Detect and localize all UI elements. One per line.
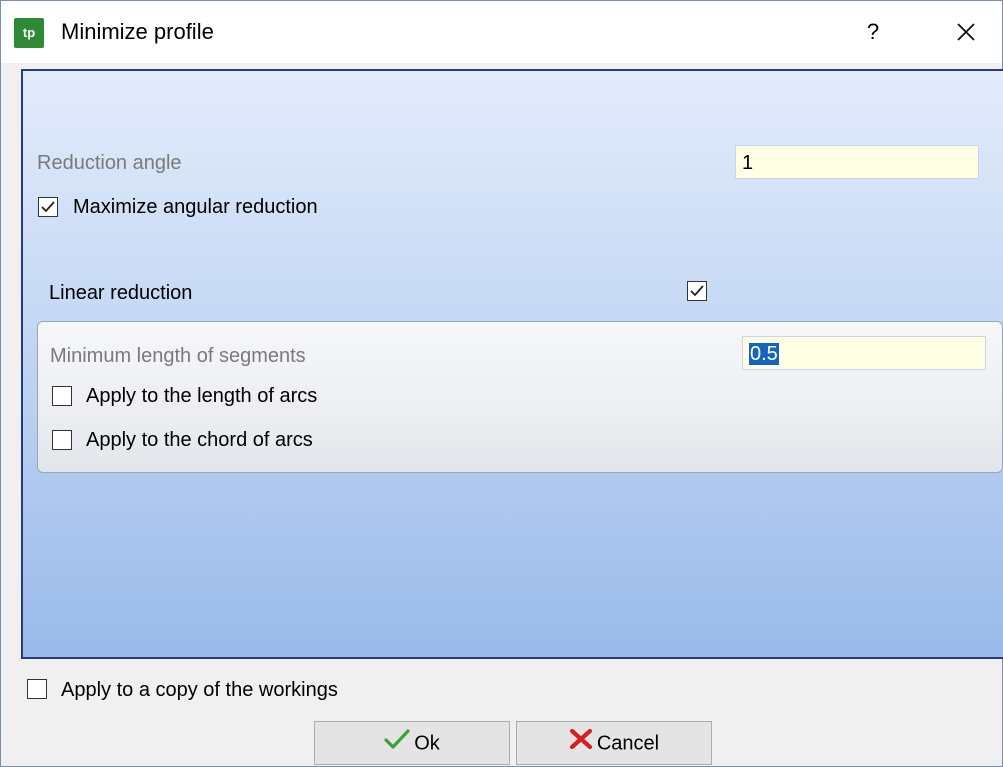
maximize-angular-reduction-checkbox[interactable] — [38, 197, 58, 217]
apply-copy-workings-label: Apply to a copy of the workings — [61, 679, 338, 701]
settings-panel: Reduction angle 1 Maximize angular reduc… — [21, 69, 1003, 659]
minimum-length-value: 0.5 — [749, 343, 779, 365]
app-icon: tp — [14, 18, 44, 48]
apply-length-arcs-checkbox[interactable] — [52, 386, 72, 406]
checkmark-icon — [384, 723, 410, 765]
ok-button[interactable]: Ok — [314, 721, 510, 765]
linear-reduction-checkbox[interactable] — [687, 281, 707, 301]
dialog-title: Minimize profile — [61, 19, 214, 44]
checkmark-icon — [690, 285, 704, 297]
red-x-icon — [569, 723, 593, 765]
checkmark-icon — [41, 201, 55, 213]
close-button[interactable] — [943, 15, 989, 49]
minimum-length-label: Minimum length of segments — [50, 345, 306, 367]
minimum-length-input[interactable]: 0.5 — [742, 336, 986, 370]
cancel-button[interactable]: Cancel — [516, 721, 712, 765]
minimize-profile-dialog: tp Minimize profile ? Reduction angle 1 … — [0, 0, 1003, 767]
maximize-angular-reduction-label: Maximize angular reduction — [73, 196, 318, 218]
linear-reduction-group: Minimum length of segments 0.5 Apply to … — [37, 321, 1003, 473]
apply-copy-workings-checkbox[interactable] — [27, 679, 47, 699]
help-button[interactable]: ? — [853, 15, 893, 49]
apply-length-arcs-label: Apply to the length of arcs — [86, 385, 318, 407]
reduction-angle-input[interactable]: 1 — [735, 145, 979, 179]
reduction-angle-label: Reduction angle — [37, 152, 182, 174]
apply-chord-arcs-checkbox[interactable] — [52, 430, 72, 450]
apply-chord-arcs-label: Apply to the chord of arcs — [86, 429, 313, 451]
linear-reduction-label: Linear reduction — [49, 282, 193, 304]
close-icon — [957, 23, 975, 41]
title-bar: tp Minimize profile ? — [1, 1, 1002, 63]
